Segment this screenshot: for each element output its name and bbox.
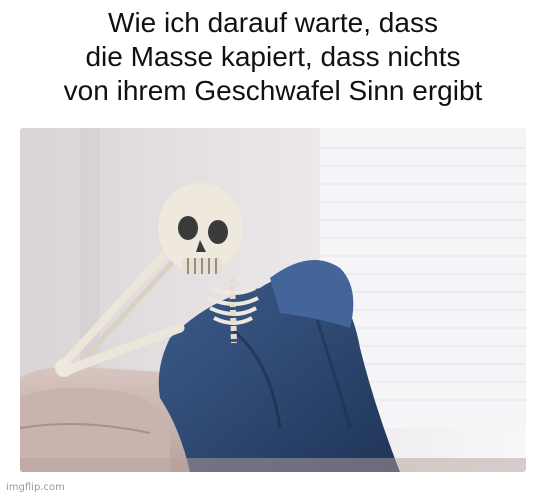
meme-caption: Wie ich darauf warte, dass die Masse kap… xyxy=(0,6,546,108)
meme-photo xyxy=(20,128,526,472)
skeleton-waiting-illustration xyxy=(20,128,526,472)
caption-line-3: von ihrem Geschwafel Sinn ergibt xyxy=(63,75,483,106)
caption-line-1: Wie ich darauf warte, dass xyxy=(108,7,438,38)
imgflip-watermark: imgflip.com xyxy=(6,482,65,493)
caption-line-2: die Masse kapiert, dass nichts xyxy=(85,41,461,72)
